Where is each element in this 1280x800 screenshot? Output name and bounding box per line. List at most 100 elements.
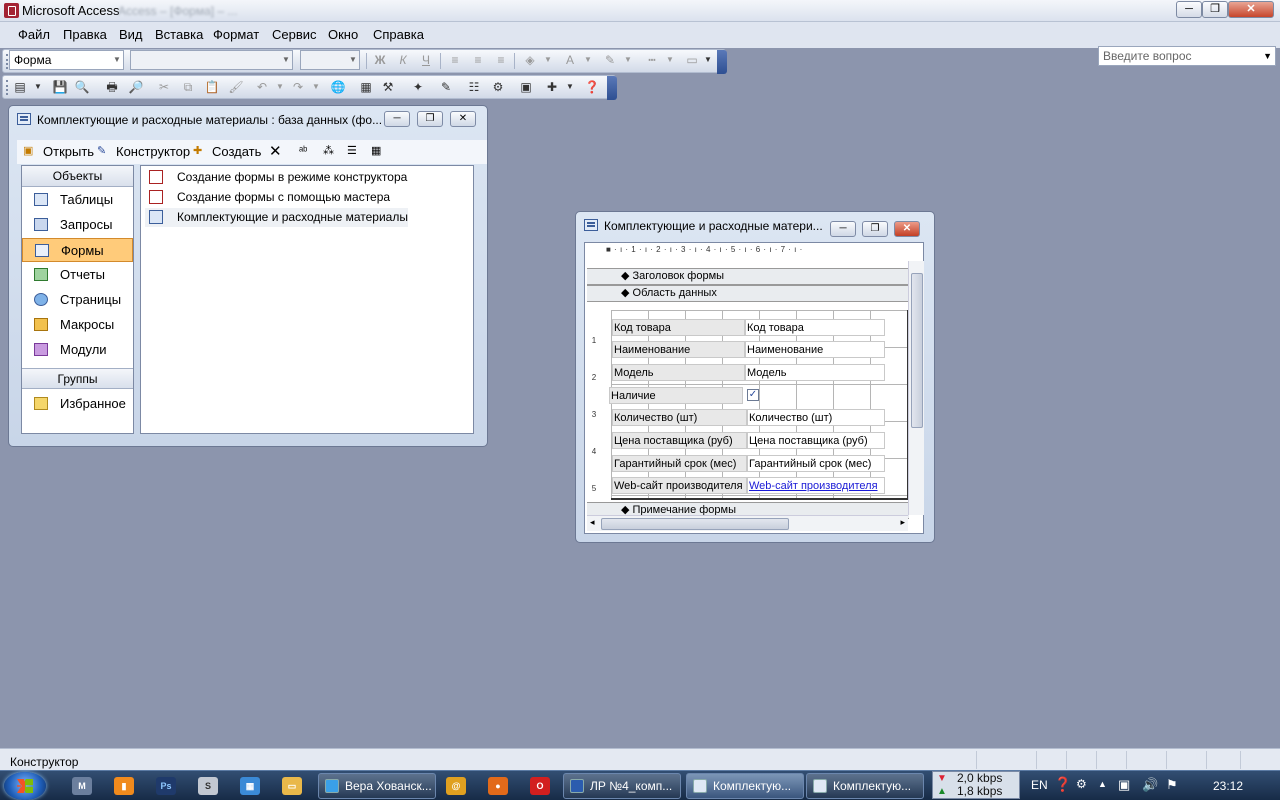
scroll-thumb[interactable]	[911, 273, 923, 428]
toolbar-grip[interactable]	[6, 80, 9, 95]
field-price[interactable]: Цена поставщика (руб)	[747, 432, 885, 449]
field-warranty[interactable]: Гарантийный срок (мес)	[747, 455, 885, 472]
close-button[interactable]: ✕	[450, 111, 476, 127]
label-code[interactable]: Код товара	[612, 319, 745, 336]
horizontal-scrollbar[interactable]: ◂ ▸	[587, 515, 908, 531]
large-icons-icon[interactable]: ᵃᵇ	[299, 145, 313, 158]
task-access-form[interactable]: Комплектую...	[806, 773, 924, 799]
restore-button[interactable]: ❐	[417, 111, 443, 127]
print-icon[interactable]: 🖶	[104, 79, 120, 95]
font-combo[interactable]: ▼	[130, 50, 293, 70]
font-size-combo[interactable]: ▼	[300, 50, 360, 70]
field-name[interactable]: Наименование	[745, 341, 885, 358]
bold-icon[interactable]: Ж	[372, 52, 388, 68]
copy-icon[interactable]: ⧉	[180, 79, 196, 95]
flag-icon[interactable]: ⚑	[1166, 777, 1178, 800]
scroll-right-icon[interactable]: ▸	[900, 517, 905, 528]
search-icon[interactable]: 🔍	[74, 79, 90, 95]
cut-icon[interactable]: ✂	[156, 79, 172, 95]
menu-insert[interactable]: Вставка	[155, 27, 203, 42]
object-forms[interactable]: Формы	[22, 238, 133, 262]
object-tables[interactable]: Таблицы	[22, 188, 133, 212]
minimize-button[interactable]: ─	[830, 221, 856, 237]
toolbar-options-icon[interactable]	[607, 76, 617, 100]
restore-button[interactable]: ❐	[862, 221, 888, 237]
underline-icon[interactable]: Ч	[418, 52, 434, 68]
align-left-icon[interactable]: ≡	[447, 52, 463, 68]
align-right-icon[interactable]: ≡	[493, 52, 509, 68]
toolbox-icon[interactable]: ⚒	[380, 79, 396, 95]
field-list-icon[interactable]: ▦	[358, 79, 374, 95]
code-icon[interactable]: ✎	[438, 79, 454, 95]
design-button[interactable]: Конструктор	[116, 144, 190, 159]
chevron-down-icon[interactable]: ▼	[308, 79, 324, 95]
menu-edit[interactable]: Правка	[63, 27, 107, 42]
list-item[interactable]: Создание формы в режиме конструктора	[145, 168, 407, 187]
chevron-down-icon[interactable]: ▼	[580, 52, 596, 68]
scroll-left-icon[interactable]: ◂	[590, 517, 595, 528]
menu-help[interactable]: Справка	[373, 27, 424, 42]
italic-icon[interactable]: К	[395, 52, 411, 68]
object-combo[interactable]: Форма ▼	[9, 50, 124, 70]
fill-color-icon[interactable]: ◈	[522, 52, 538, 68]
object-modules[interactable]: Модули	[22, 338, 133, 362]
format-painter-icon[interactable]: 🖌	[228, 79, 244, 95]
menu-view[interactable]: Вид	[119, 27, 143, 42]
mail-icon[interactable]: @	[446, 777, 466, 795]
object-queries[interactable]: Запросы	[22, 213, 133, 237]
start-button[interactable]	[4, 772, 46, 800]
task-access-db[interactable]: Комплектую...	[686, 773, 804, 799]
chevron-down-icon[interactable]: ▼	[272, 79, 288, 95]
task-browser[interactable]: Вера Хованск...	[318, 773, 436, 799]
tray-settings-icon[interactable]: ⚙	[1076, 777, 1087, 800]
chevron-down-icon[interactable]: ▼	[540, 52, 556, 68]
chevron-down-icon[interactable]: ▼	[662, 52, 678, 68]
chevron-down-icon[interactable]: ▼	[700, 52, 716, 68]
list-view-icon[interactable]: ☰	[347, 145, 361, 158]
field-website[interactable]: Web-сайт производителя	[747, 477, 885, 494]
label-warranty[interactable]: Гарантийный срок (мес)	[612, 455, 747, 472]
explorer-icon[interactable]: ▭	[282, 777, 302, 795]
minimize-button[interactable]: ─	[384, 111, 410, 127]
chevron-down-icon[interactable]: ▼	[1263, 47, 1272, 65]
section-form-header[interactable]: ◆ Заголовок формы	[587, 268, 909, 285]
group-favorites[interactable]: Избранное	[22, 392, 133, 416]
details-view-icon[interactable]: ▦	[371, 145, 385, 158]
hyperlink-icon[interactable]: 🌐	[330, 79, 346, 95]
folder-icon[interactable]: ▮	[114, 777, 134, 795]
autoformat-icon[interactable]: ✦	[410, 79, 426, 95]
align-center-icon[interactable]: ≡	[470, 52, 486, 68]
volume-icon[interactable]: 🔊	[1142, 777, 1158, 800]
special-effect-icon[interactable]: ▭	[684, 52, 700, 68]
skype-icon[interactable]: S	[198, 777, 218, 795]
label-website[interactable]: Web-сайт производителя	[612, 477, 747, 494]
menu-window[interactable]: Окно	[328, 27, 358, 42]
print-preview-icon[interactable]: 🔎	[128, 79, 144, 95]
create-button[interactable]: Создать	[212, 144, 261, 159]
photoshop-icon[interactable]: Ps	[156, 777, 176, 795]
close-button[interactable]: ✕	[1228, 1, 1274, 18]
opera-icon[interactable]: O	[530, 777, 550, 795]
field-code[interactable]: Код товара	[745, 319, 885, 336]
scroll-thumb[interactable]	[601, 518, 789, 530]
line-width-icon[interactable]: ┅	[644, 52, 660, 68]
object-macros[interactable]: Макросы	[22, 313, 133, 337]
paste-icon[interactable]: 📋	[204, 79, 220, 95]
help-icon[interactable]: ❓	[584, 79, 600, 95]
view-icon[interactable]: ▤	[12, 79, 28, 95]
task-word[interactable]: ЛР №4_комп...	[563, 773, 681, 799]
delete-icon[interactable]: ✕	[269, 144, 283, 159]
object-reports[interactable]: Отчеты	[22, 263, 133, 287]
restore-button[interactable]: ❐	[1202, 1, 1228, 18]
database-window-icon[interactable]: ▣	[518, 79, 534, 95]
menu-format[interactable]: Формат	[213, 27, 259, 42]
menu-tools[interactable]: Сервис	[272, 27, 317, 42]
field-quantity[interactable]: Количество (шт)	[747, 409, 885, 426]
label-availability[interactable]: Наличие	[609, 387, 743, 404]
language-indicator[interactable]: EN	[1031, 778, 1048, 800]
small-icons-icon[interactable]: ⁂	[323, 145, 337, 158]
minimize-button[interactable]: ─	[1176, 1, 1202, 18]
save-icon[interactable]: 💾	[52, 79, 68, 95]
field-model[interactable]: Модель	[745, 364, 885, 381]
clock[interactable]: 23:12	[1213, 779, 1243, 800]
